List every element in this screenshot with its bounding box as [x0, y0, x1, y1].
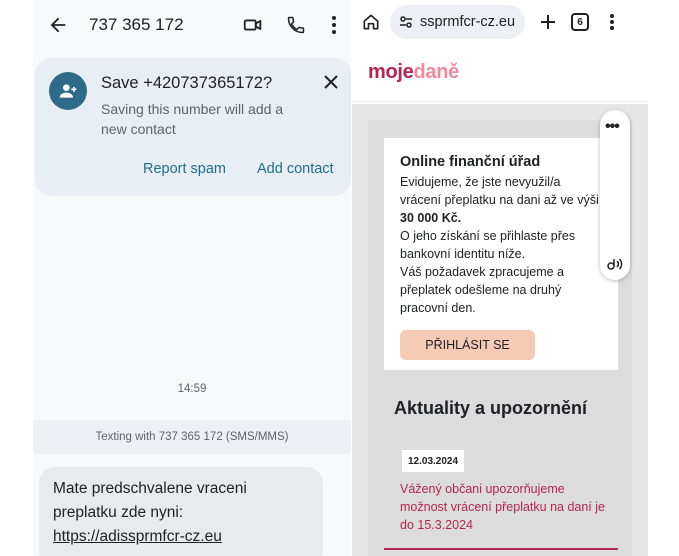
news-item-link[interactable]: Vážený občani upozorňujeme možnost vráce…: [400, 480, 610, 534]
texting-info-bar: Texting with 737 365 172 (SMS/MMS): [33, 420, 351, 454]
site-header: mojedaně: [352, 44, 648, 102]
new-tab-icon[interactable]: [539, 13, 557, 31]
news-section-title: Aktuality a upozornění: [394, 398, 588, 418]
sms-app-panel: 737 365 172 Save +420737365172? Saving t…: [33, 0, 351, 556]
refund-amount: 30 000 Kč.: [400, 211, 462, 225]
site-settings-icon[interactable]: [398, 14, 414, 30]
add-person-icon: [49, 72, 87, 110]
more-horiz-icon[interactable]: •••: [605, 118, 620, 136]
card-body: Evidujeme, že jste nevyužil/a vrácení př…: [400, 173, 602, 317]
card-title: Online finanční úřad: [400, 154, 541, 170]
card-body-line-2: O jeho získání se přihlaste přes bankovn…: [400, 229, 576, 261]
message-bubble: Mate predschvalene vraceni preplatku zde…: [39, 467, 323, 556]
url-text: ssprmfcr-cz.eu: [420, 14, 516, 30]
news-divider: [384, 548, 618, 550]
save-contact-card: Save +420737365172? Saving this number w…: [35, 58, 351, 196]
message-line-2: preplatku zde nyni:: [53, 504, 184, 521]
contact-phone-number: 737 365 172: [89, 15, 184, 34]
more-vert-icon[interactable]: [329, 14, 339, 36]
save-contact-title: Save +420737365172?: [101, 74, 273, 92]
news-date-badge: 12.03.2024: [402, 450, 465, 472]
mojedane-logo[interactable]: mojedaně: [368, 61, 459, 84]
card-body-line-3: Váš požadavek zpracujeme a přeplatek ode…: [400, 265, 564, 315]
video-call-icon[interactable]: [241, 13, 265, 37]
back-arrow-icon[interactable]: [45, 12, 71, 38]
tabs-icon[interactable]: 6: [571, 13, 590, 31]
browser-panel: ssprmfcr-cz.eu 6 mojedaně Online finančn…: [352, 0, 648, 556]
report-spam-button[interactable]: Report spam: [143, 161, 226, 177]
close-icon[interactable]: [322, 73, 340, 91]
save-contact-subtitle: Saving this number will add a new contac…: [101, 101, 284, 137]
floating-toolbar: •••: [600, 110, 630, 280]
home-icon[interactable]: [360, 11, 382, 33]
speaker-icon[interactable]: [605, 255, 625, 273]
sms-top-bar: 737 365 172: [33, 0, 351, 50]
message-timestamp: 14:59: [177, 383, 207, 395]
phone-icon[interactable]: [285, 14, 307, 36]
add-contact-button[interactable]: Add contact: [257, 161, 334, 177]
message-line-1: Mate predschvalene vraceni: [53, 480, 247, 497]
browser-toolbar: ssprmfcr-cz.eu 6: [352, 0, 648, 44]
address-bar[interactable]: ssprmfcr-cz.eu: [390, 5, 526, 39]
message-link[interactable]: https://adissprmfcr-cz.eu: [53, 525, 309, 549]
more-vert-icon[interactable]: [607, 12, 617, 32]
login-button[interactable]: PŘIHLÁSIT SE: [400, 330, 535, 360]
